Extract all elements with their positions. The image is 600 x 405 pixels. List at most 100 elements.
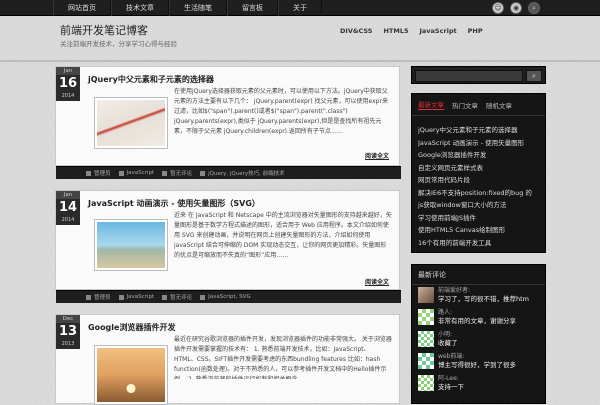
- user-icon[interactable]: ☺: [492, 2, 504, 14]
- top-bar: 网站首页 技术文章 生活随笔 留言板 关于 ☺ ◉ ⌕: [0, 0, 600, 16]
- comment-text: 博主写得很好，学到了很多: [438, 361, 516, 369]
- tab-popular[interactable]: 热门文章: [452, 100, 478, 110]
- folder-icon: [118, 294, 124, 300]
- widget-tabs: 最新文章 热门文章 随机文章: [412, 94, 545, 116]
- post-meta-bar: 管理员 JavaScript 暂无评论 jQuery, jQuery技巧, 前端…: [56, 166, 401, 179]
- post-thumbnail[interactable]: [94, 97, 168, 149]
- avatar: [418, 353, 434, 369]
- meta-tags[interactable]: JavaScript, SVG: [200, 294, 251, 300]
- read-more-link[interactable]: 阅读全文: [365, 151, 389, 160]
- post-card: Dec 13 2013 Google浏览器插件开发 最近在研究谷歌浏览器的插件开…: [55, 314, 400, 405]
- list-item[interactable]: 网页常用代码片段: [418, 174, 539, 187]
- list-item[interactable]: 自定义网页元素样式表: [418, 162, 539, 175]
- date-year: 2014: [61, 217, 75, 223]
- meta-author[interactable]: 管理员: [86, 293, 111, 301]
- main-nav: DIV&CSS HTML5 JavaScript PHP: [340, 27, 483, 35]
- comment-icon: [162, 170, 168, 176]
- tag-icon: [200, 170, 206, 176]
- meta-author[interactable]: 管理员: [86, 169, 111, 177]
- meta-category[interactable]: JavaScript: [118, 294, 154, 300]
- comment-text: 非常有用的文章，谢谢分享: [438, 317, 516, 325]
- comment-author: web前端:: [438, 353, 465, 360]
- comment-author: 路人:: [438, 309, 453, 316]
- date-day: 13: [58, 324, 78, 339]
- nav-divcss[interactable]: DIV&CSS: [340, 27, 372, 35]
- post-thumbnail[interactable]: [94, 345, 168, 405]
- post-date: Jan 14 2014: [56, 191, 80, 225]
- header-divider: [0, 60, 600, 62]
- posts-tab-widget: 最新文章 热门文章 随机文章 jQuery中父元素和子元素的选择器 JavaSc…: [411, 93, 546, 253]
- topnav-guestbook[interactable]: 留言板: [227, 0, 278, 16]
- date-month: Jan: [56, 67, 80, 75]
- recent-comments-widget: 最新评论 前端爱好者: 学习了，写的很不错，推荐htm 路人: 非常有用的文章，…: [411, 264, 546, 404]
- top-icons: ☺ ◉ ⌕: [492, 2, 540, 14]
- tab-random[interactable]: 随机文章: [486, 100, 512, 110]
- topnav-home[interactable]: 网站首页: [53, 0, 111, 16]
- post-title[interactable]: Google浏览器插件开发: [88, 322, 175, 333]
- list-item[interactable]: js获取window窗口大小的方法: [418, 199, 539, 212]
- search-icon[interactable]: ⌕: [528, 2, 540, 14]
- comment-item[interactable]: 路人: 非常有用的文章，谢谢分享: [412, 307, 545, 329]
- comment-item[interactable]: 阿-Lee: 支持一下: [412, 373, 545, 395]
- post-meta-bar: 管理员 JavaScript 暂无评论 JavaScript, SVG: [56, 290, 401, 303]
- comment-author: 前端爱好者:: [438, 287, 471, 294]
- meta-category[interactable]: JavaScript: [118, 170, 154, 176]
- post-card: Jan 16 2014 jQuery中父元素和子元素的选择器 在使用jQuery…: [55, 66, 401, 179]
- comment-item[interactable]: 小明: 收藏了: [412, 329, 545, 351]
- post-date: Jan 16 2014: [56, 67, 80, 101]
- topnav-about[interactable]: 关于: [278, 0, 322, 16]
- date-day: 16: [58, 76, 78, 91]
- list-item[interactable]: 使用HTML5 Canvas绘制图形: [418, 224, 539, 237]
- post-thumbnail[interactable]: [94, 219, 168, 271]
- nav-php[interactable]: PHP: [468, 27, 483, 35]
- post-date: Dec 13 2013: [56, 315, 80, 349]
- post-list: jQuery中父元素和子元素的选择器 JavaScript 动画演示 - 使用矢…: [412, 116, 545, 257]
- post-excerpt: 最近在研究谷歌浏览器的插件开发，发现浏览器插件的功能非常强大。 关于浏览器插件开…: [174, 336, 392, 379]
- widget-title: 最新评论: [412, 265, 545, 285]
- meta-comments[interactable]: 暂无评论: [162, 293, 192, 301]
- meta-comments[interactable]: 暂无评论: [162, 169, 192, 177]
- search-input[interactable]: [415, 70, 523, 82]
- list-item[interactable]: 16个有用的前端开发工具: [418, 237, 539, 250]
- nav-javascript[interactable]: JavaScript: [420, 27, 457, 35]
- search-button[interactable]: ⌕: [526, 70, 542, 82]
- folder-icon: [118, 170, 124, 176]
- date-year: 2013: [61, 341, 75, 347]
- post-excerpt: 近来 在 JavaScript 和 Netscape 中的主流浏览器对矢量图形的…: [174, 212, 392, 259]
- post-excerpt: 在使用jQuery选择器获取元素的父元素时，可以使用以下方法。jQuery中获取…: [174, 88, 388, 135]
- date-year: 2014: [61, 93, 75, 99]
- search-box: ⌕: [411, 66, 546, 84]
- comment-text: 收藏了: [438, 339, 458, 347]
- date-month: Jan: [56, 191, 80, 199]
- list-item[interactable]: JavaScript 动画演示 - 使用矢量图形: [418, 137, 539, 150]
- date-day: 14: [58, 200, 78, 215]
- comment-icon: [162, 294, 168, 300]
- comment-author: 小明:: [438, 331, 453, 338]
- avatar: [418, 331, 434, 347]
- rss-icon[interactable]: ◉: [510, 2, 522, 14]
- date-month: Dec: [56, 315, 80, 323]
- post-title[interactable]: jQuery中父元素和子元素的选择器: [88, 74, 214, 85]
- meta-tags[interactable]: jQuery, jQuery技巧, 前端技术: [200, 169, 285, 177]
- post-title[interactable]: JavaScript 动画演示 - 使用矢量图形（SVG）: [88, 198, 260, 209]
- avatar: [418, 375, 434, 391]
- comment-item[interactable]: 前端爱好者: 学习了，写的很不错，推荐htm: [412, 285, 545, 307]
- user-icon: [86, 170, 91, 176]
- user-icon: [86, 294, 91, 300]
- list-item[interactable]: 学习使用前端JS插件: [418, 212, 539, 225]
- post-card: Jan 14 2014 JavaScript 动画演示 - 使用矢量图形（SVG…: [55, 190, 401, 303]
- comment-text: 学习了，写的很不错，推荐htm: [438, 295, 529, 303]
- avatar: [418, 309, 434, 325]
- tag-icon: [200, 294, 206, 300]
- topnav-articles[interactable]: 技术文章: [111, 0, 169, 16]
- topnav-life[interactable]: 生活随笔: [169, 0, 227, 16]
- site-title[interactable]: 前端开发笔记博客: [60, 22, 148, 38]
- comment-item[interactable]: web前端: 博主写得很好，学到了很多: [412, 351, 545, 373]
- list-item[interactable]: Google浏览器插件开发: [418, 149, 539, 162]
- top-nav: 网站首页 技术文章 生活随笔 留言板 关于: [53, 0, 322, 16]
- list-item[interactable]: 解决IE6不支持position:fixed的bug 的: [418, 187, 539, 200]
- read-more-link[interactable]: 阅读全文: [365, 277, 389, 286]
- nav-html5[interactable]: HTML5: [383, 27, 408, 35]
- tab-latest[interactable]: 最新文章: [418, 99, 444, 110]
- list-item[interactable]: jQuery中父元素和子元素的选择器: [418, 124, 539, 137]
